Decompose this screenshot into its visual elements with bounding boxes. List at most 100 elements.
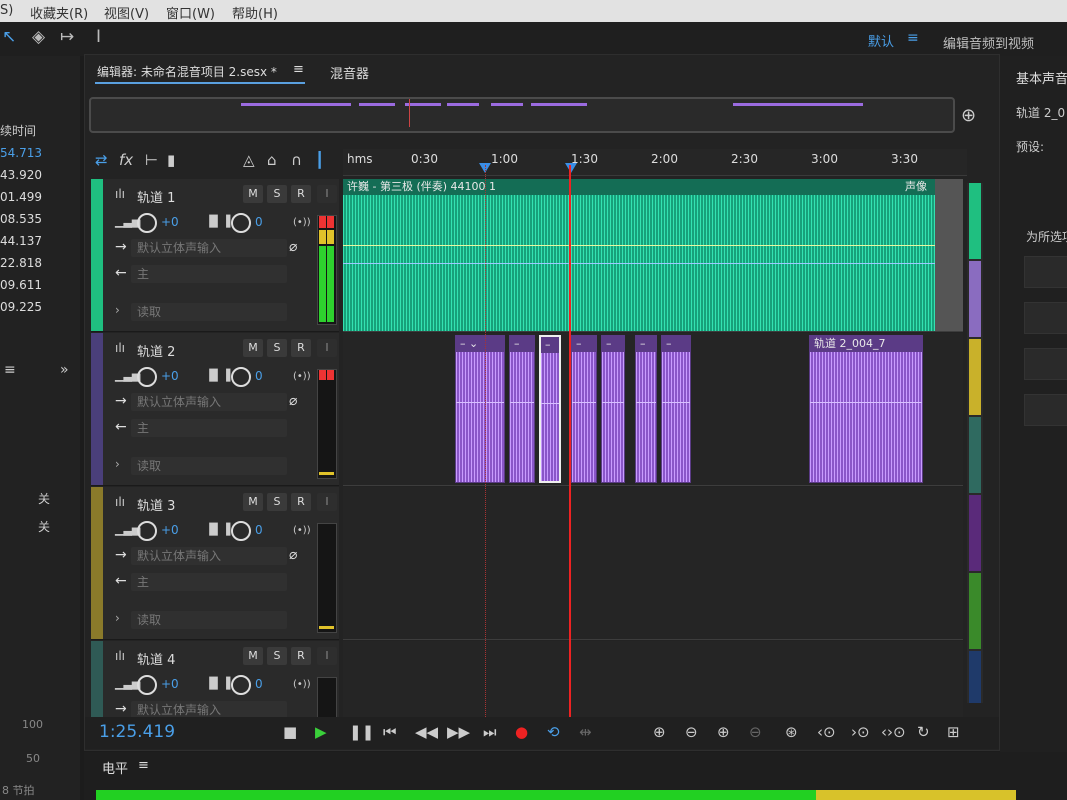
audio-clip[interactable]: 轨道 2_004_7: [809, 335, 923, 483]
track-header-3[interactable]: ılı 轨道 3 M S R I ▁▃▅ +0 ▐▌▐ 0 (•)) → 默认立…: [91, 487, 339, 640]
tab-menu-icon[interactable]: ≡: [293, 62, 304, 77]
expand-panel-icon[interactable]: »: [60, 362, 69, 378]
zoom-reset-icon[interactable]: ↻: [917, 723, 930, 741]
slip-tool-icon[interactable]: ↦: [60, 27, 74, 47]
levels-menu-icon[interactable]: ≡: [138, 758, 149, 773]
pan-knob[interactable]: [231, 367, 251, 387]
pan-knob[interactable]: [231, 213, 251, 233]
track-lane-3[interactable]: [343, 487, 963, 640]
menu-item-view[interactable]: 视图(V): [104, 3, 149, 22]
track-header-1[interactable]: ılı 轨道 1 M S R I ▁▃▅ +0 ▐▌▐ 0 (•)) → 默认立…: [91, 179, 339, 332]
volume-knob[interactable]: [137, 675, 157, 695]
overview-navigator[interactable]: [89, 97, 955, 133]
phase-invert-icon[interactable]: ⌀: [289, 547, 297, 563]
track-name[interactable]: 轨道 3: [137, 495, 175, 514]
monitor-input-button[interactable]: I: [317, 493, 337, 511]
pan-knob[interactable]: [231, 521, 251, 541]
inputs-outputs-icon[interactable]: ⇄: [95, 151, 108, 169]
monitor-input-button[interactable]: I: [317, 339, 337, 357]
volume-value[interactable]: +0: [161, 369, 179, 383]
workspace-menu-icon[interactable]: ≡: [907, 30, 919, 46]
audio-clip[interactable]: –: [661, 335, 691, 483]
audio-clip[interactable]: –: [601, 335, 625, 483]
automation-mode-select[interactable]: 读取: [131, 611, 287, 629]
track-name[interactable]: 轨道 4: [137, 649, 175, 668]
audio-clip[interactable]: –: [509, 335, 535, 483]
zoom-fit-icon[interactable]: ⊞: [947, 723, 960, 741]
pan-knob[interactable]: [231, 675, 251, 695]
volume-value[interactable]: +0: [161, 677, 179, 691]
volume-knob[interactable]: [137, 367, 157, 387]
mute-button[interactable]: M: [243, 493, 263, 511]
playhead-marker[interactable]: [565, 163, 577, 173]
pause-button[interactable]: ❚❚: [349, 723, 374, 741]
pan-value[interactable]: 0: [255, 215, 263, 229]
metronome-icon[interactable]: ◬: [243, 151, 255, 169]
playhead[interactable]: [569, 165, 571, 739]
track-name[interactable]: 轨道 1: [137, 187, 175, 206]
headphone-icon[interactable]: ∩: [291, 151, 302, 169]
eq-icon[interactable]: ▮: [167, 151, 175, 169]
record-arm-button[interactable]: R: [291, 647, 311, 665]
audio-type-button[interactable]: [1024, 348, 1067, 380]
pan-value[interactable]: 0: [255, 523, 263, 537]
track-input-select[interactable]: 默认立体声输入: [131, 239, 287, 257]
expand-chevron-icon[interactable]: ›: [115, 457, 120, 471]
loop-button[interactable]: ⟲: [547, 723, 560, 741]
panel-menu-icon[interactable]: ≡: [4, 362, 16, 378]
track-input-select[interactable]: 默认立体声输入: [131, 393, 287, 411]
track-output-select[interactable]: 主: [131, 419, 287, 437]
track-input-select[interactable]: 默认立体声输入: [131, 547, 287, 565]
audio-type-button[interactable]: [1024, 256, 1067, 288]
track-name[interactable]: 轨道 2: [137, 341, 175, 360]
solo-button[interactable]: S: [267, 493, 287, 511]
automation-mode-select[interactable]: 读取: [131, 457, 287, 475]
razor-tool-icon[interactable]: ◈: [32, 27, 45, 47]
audio-type-button[interactable]: [1024, 394, 1067, 426]
track-header-2[interactable]: ılı 轨道 2 M S R I ▁▃▅ +0 ▐▌▐ 0 (•)) → 默认立…: [91, 333, 339, 486]
time-ruler[interactable]: hms 0:30 1:00 1:30 2:00 2:30 3:00 3:30: [343, 149, 967, 176]
monitor-input-button[interactable]: I: [317, 185, 337, 203]
zoom-out-time-icon[interactable]: ⊖: [749, 723, 762, 741]
workspace-edit-audio-to-video[interactable]: 编辑音频到视频: [943, 33, 1034, 52]
effects-icon[interactable]: fx: [119, 151, 133, 169]
expand-chevron-icon[interactable]: ›: [115, 303, 120, 317]
zoom-out-point-icon[interactable]: ›⊙: [851, 723, 870, 741]
volume-knob[interactable]: [137, 521, 157, 541]
menu-item-help[interactable]: 帮助(H): [232, 3, 278, 22]
solo-button[interactable]: S: [267, 185, 287, 203]
vertical-track-scrollbar[interactable]: [967, 183, 983, 703]
skip-selection-button[interactable]: ⇹: [579, 723, 592, 741]
audio-type-button[interactable]: [1024, 302, 1067, 334]
zoom-in-time-icon[interactable]: ⊕: [717, 723, 730, 741]
record-button[interactable]: ●: [515, 723, 528, 741]
time-selection-tool-icon[interactable]: I: [96, 27, 101, 47]
play-button[interactable]: ▶: [315, 723, 327, 741]
clip-pan-label[interactable]: 声像: [905, 179, 927, 195]
rewind-button[interactable]: ◀◀: [415, 723, 438, 741]
mute-button[interactable]: M: [243, 185, 263, 203]
track-header-4[interactable]: ılı 轨道 4 M S R I ▁▃▅ +0 ▐▌▐ 0 (•)) → 默认立…: [91, 641, 339, 720]
pan-value[interactable]: 0: [255, 369, 263, 383]
go-to-start-button[interactable]: ⏮: [383, 723, 397, 741]
audio-clip[interactable]: –: [571, 335, 597, 483]
solo-button[interactable]: S: [267, 339, 287, 357]
tab-editor[interactable]: 编辑器: 未命名混音项目 2.sesx *: [97, 63, 277, 80]
volume-knob[interactable]: [137, 213, 157, 233]
monitor-input-button[interactable]: I: [317, 647, 337, 665]
menu-item-edit[interactable]: S): [0, 3, 13, 18]
menu-item-window[interactable]: 窗口(W): [166, 3, 215, 22]
audio-clip[interactable]: 许巍 - 第三极 (伴奏) 44100 1 声像: [343, 179, 935, 331]
zoom-full-icon[interactable]: ‹›⊙: [881, 723, 906, 741]
track-output-select[interactable]: 主: [131, 265, 287, 283]
move-tool-icon[interactable]: ↖: [2, 27, 16, 47]
track-lane-1[interactable]: 许巍 - 第三极 (伴奏) 44100 1 声像: [343, 179, 963, 332]
zoom-selection-icon[interactable]: ⊛: [785, 723, 798, 741]
solo-button[interactable]: S: [267, 647, 287, 665]
automation-mode-select[interactable]: 读取: [131, 303, 287, 321]
track-lane-2[interactable]: – ⌄ – – – – – – 轨道 2_004_7: [343, 333, 963, 486]
fast-forward-button[interactable]: ▶▶: [447, 723, 470, 741]
go-to-end-button[interactable]: ⏭: [483, 723, 497, 741]
record-arm-button[interactable]: R: [291, 493, 311, 511]
marker-snap-icon[interactable]: ┃: [315, 151, 324, 169]
